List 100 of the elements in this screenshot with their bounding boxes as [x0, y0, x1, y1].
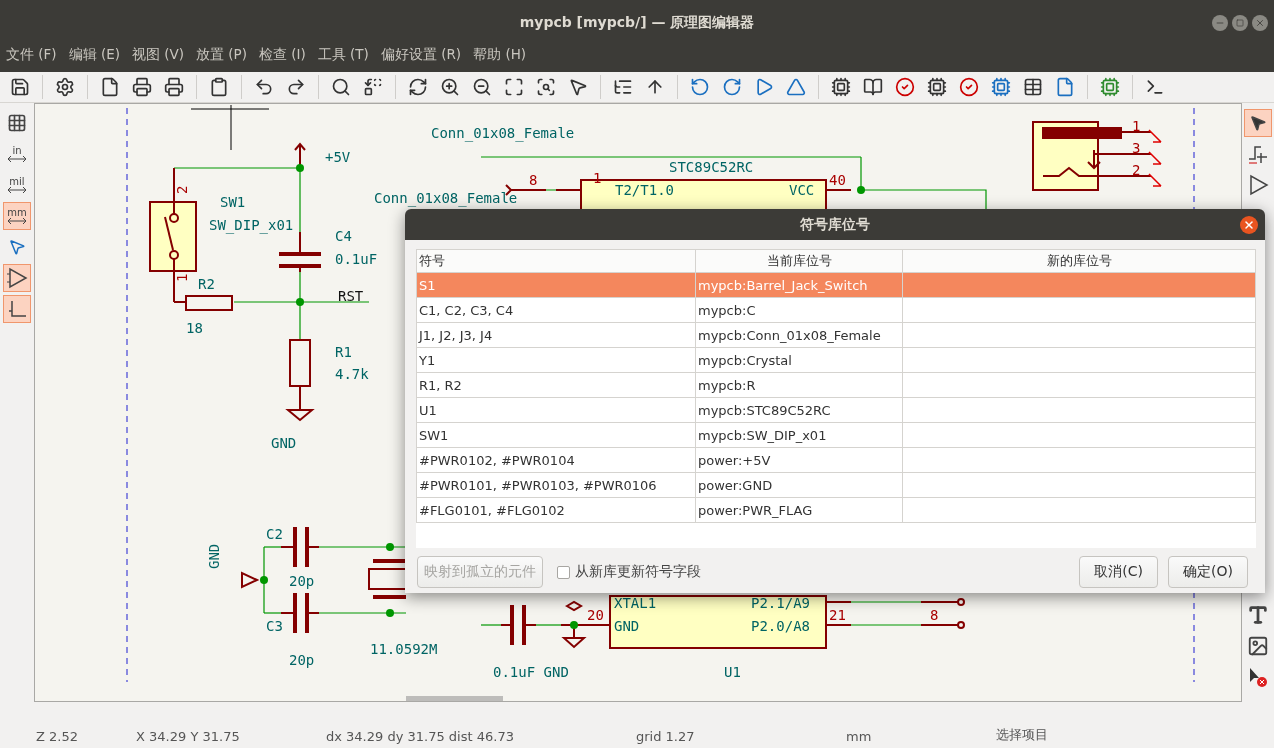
schematic-label: SW_DIP_x01	[209, 217, 294, 233]
table-cell: mypcb:C	[695, 297, 903, 323]
maximize-icon	[1236, 19, 1244, 27]
pin-number: 1	[174, 273, 190, 282]
capacitor-symbol	[500, 605, 537, 645]
ground-symbol	[285, 409, 315, 422]
no-connect-mark	[1148, 151, 1162, 165]
table-cell: S1	[416, 272, 696, 298]
flag-symbol	[565, 600, 583, 612]
pin-number: 21	[829, 607, 846, 623]
table-cell: U1	[416, 397, 696, 423]
unit-toggle[interactable]: mil	[3, 171, 31, 199]
schematic-label: Conn_01x08_Female	[431, 125, 575, 141]
table-cell: R1, R2	[416, 372, 696, 398]
window-title: mypcb [mypcb/] — 原理图编辑器	[519, 14, 755, 32]
text-icon	[1247, 604, 1269, 626]
pin-number: 2	[174, 185, 190, 194]
schematic-label: 4.7k	[335, 366, 369, 382]
scrollbar-thumb[interactable]	[406, 696, 503, 701]
dialog-button[interactable]: 取消(C)	[1079, 556, 1159, 588]
table-cell: mypcb:Crystal	[695, 347, 903, 373]
column-header[interactable]: 新的库位号	[902, 249, 1256, 273]
table-cell: Y1	[416, 347, 696, 373]
status-text: dx 34.29 dy 31.75 dist 46.73	[326, 729, 515, 744]
schematic-label: RST	[338, 288, 364, 304]
schematic-label: SW1	[220, 194, 246, 210]
menu-item[interactable]: 视图 (V)	[129, 46, 186, 64]
table-cell: mypcb:R	[695, 372, 903, 398]
schematic-label: 0.1uF	[335, 251, 378, 267]
double-arrow-icon	[7, 218, 27, 224]
schematic-label: R1	[335, 344, 352, 360]
menu-item[interactable]: 文件 (F)	[4, 46, 59, 64]
crystal-symbol	[368, 559, 407, 599]
schematic-label: VCC	[789, 182, 815, 198]
amplifier-icon	[1247, 174, 1269, 196]
table-cell: SW1	[416, 422, 696, 448]
pointer-icon	[1249, 114, 1267, 132]
table-row[interactable]: Y1 mypcb:Crystal	[416, 347, 1256, 373]
schematic-label: C4	[335, 228, 352, 244]
table-row[interactable]: C1, C2, C3, C4 mypcb:C	[416, 297, 1256, 323]
delete-pointer-icon	[1247, 666, 1269, 688]
wire	[850, 624, 922, 626]
wire	[850, 601, 922, 603]
schematic-label: C3	[266, 618, 283, 634]
table-cell: mypcb:Barrel_Jack_Switch	[695, 272, 903, 298]
tool-button[interactable]	[1244, 109, 1272, 137]
line-mode-toggle[interactable]	[3, 295, 31, 323]
capacitor-symbol	[280, 593, 320, 633]
pin-number: 8	[529, 172, 538, 188]
wire-icon	[1247, 143, 1269, 165]
unit-toggle[interactable]: mm	[3, 202, 31, 230]
dialog-title: 符号库位号	[800, 215, 870, 234]
schematic-label: Conn_01x08_Female	[374, 190, 518, 206]
table-row[interactable]: SW1 mypcb:SW_DIP_x01	[416, 422, 1256, 448]
schematic-label: +5V	[325, 149, 351, 165]
connector-pin	[920, 598, 965, 606]
maximize-button[interactable]	[1232, 15, 1248, 31]
column-header[interactable]: 符号	[416, 249, 696, 273]
table-cell: mypcb:STC89C52RC	[695, 397, 903, 423]
table-cell: power:PWR_FLAG	[695, 497, 903, 523]
unit-toggle[interactable]: in	[3, 140, 31, 168]
wire	[535, 624, 562, 626]
checkbox-label[interactable]: 从新库更新符号字段	[575, 563, 701, 581]
status-text: 选择项目	[996, 726, 1049, 744]
table-cell: J1, J2, J3, J4	[416, 322, 696, 348]
minimize-button[interactable]	[1212, 15, 1228, 31]
pin-number: 3	[1132, 140, 1141, 156]
junction-dot	[570, 621, 578, 629]
menu-item[interactable]: 帮助 (H)	[471, 46, 529, 64]
menu-item[interactable]: 放置 (P)	[194, 46, 249, 64]
menu-item[interactable]: 检查 (I)	[257, 46, 308, 64]
image-icon	[1247, 635, 1269, 657]
menu-item[interactable]: 编辑 (E)	[66, 46, 122, 64]
close-button[interactable]	[1240, 216, 1258, 234]
menu-item[interactable]: 偏好设置 (R)	[378, 46, 464, 64]
table-row[interactable]: #PWR0102, #PWR0104 power:+5V	[416, 447, 1256, 473]
table-row[interactable]: U1 mypcb:STC89C52RC	[416, 397, 1256, 423]
schematic-label: 20p	[289, 573, 315, 589]
schematic-label: 0.1uF GND	[493, 664, 569, 680]
schematic-label: T2/T1.0	[615, 182, 674, 198]
no-connect-mark	[1148, 129, 1162, 143]
table-row[interactable]: J1, J2, J3, J4 mypcb:Conn_01x08_Female	[416, 322, 1256, 348]
schematic-label: 11.0592M	[370, 641, 438, 657]
table-row[interactable]: #FLG0101, #FLG0102 power:PWR_FLAG	[416, 497, 1256, 523]
ground-symbol	[241, 571, 260, 589]
schematic-label: XTAL1	[614, 595, 657, 611]
pin-toggle[interactable]	[3, 264, 31, 292]
table-cell: #PWR0102, #PWR0104	[416, 447, 696, 473]
column-header[interactable]: 当前库位号	[695, 249, 903, 273]
junction-dot	[296, 298, 304, 306]
schematic-label: 20p	[289, 652, 315, 668]
table-row[interactable]: R1, R2 mypcb:R	[416, 372, 1256, 398]
dialog-button[interactable]: 确定(O)	[1168, 556, 1248, 588]
schematic-label: P2.0/A8	[751, 618, 810, 634]
menu-item[interactable]: 工具 (T)	[315, 46, 371, 64]
junction-dot	[857, 186, 865, 194]
schematic-label: C2	[266, 526, 283, 542]
checkbox[interactable]	[557, 565, 570, 579]
table-row[interactable]: #PWR0101, #PWR0103, #PWR0106 power:GND	[416, 472, 1256, 498]
status-text: X 34.29 Y 31.75	[136, 729, 241, 744]
